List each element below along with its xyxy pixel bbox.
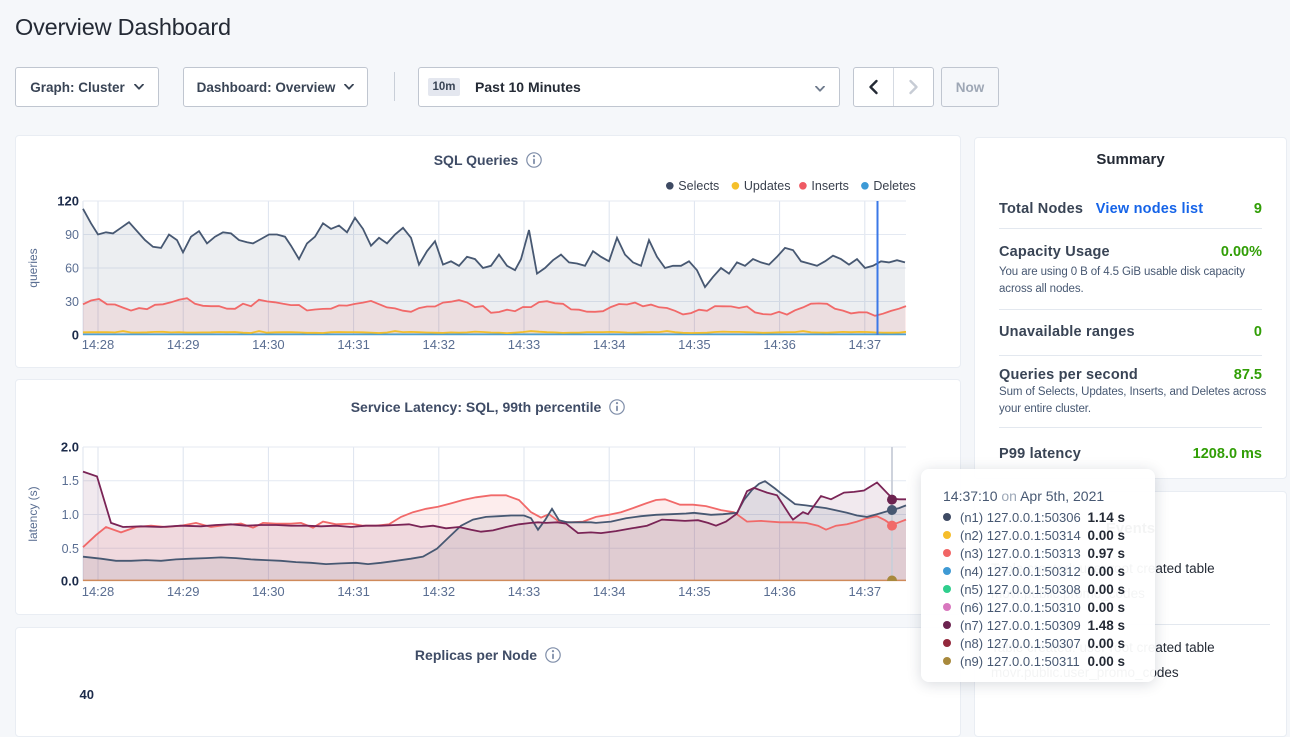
svg-text:0.5: 0.5 (62, 542, 79, 556)
svg-text:0.0: 0.0 (61, 574, 79, 589)
svg-text:Inserts: Inserts (811, 179, 849, 193)
svg-text:14:29: 14:29 (167, 584, 200, 599)
svg-text:14:31: 14:31 (337, 584, 370, 599)
svg-text:90: 90 (65, 228, 79, 242)
svg-text:0: 0 (72, 328, 79, 343)
svg-text:14:35: 14:35 (678, 337, 711, 352)
svg-text:14:31: 14:31 (337, 337, 370, 352)
svg-text:1.0: 1.0 (62, 508, 79, 522)
svg-text:120: 120 (57, 194, 79, 209)
svg-text:14:33: 14:33 (508, 337, 541, 352)
svg-text:Selects: Selects (678, 179, 719, 193)
svg-text:14:37: 14:37 (849, 584, 882, 599)
svg-text:queries: queries (26, 248, 40, 287)
svg-text:14:30: 14:30 (252, 584, 285, 599)
svg-text:14:30: 14:30 (252, 337, 285, 352)
svg-text:14:32: 14:32 (423, 584, 456, 599)
svg-text:Updates: Updates (744, 179, 791, 193)
svg-text:14:28: 14:28 (82, 337, 115, 352)
svg-text:14:28: 14:28 (82, 584, 115, 599)
svg-text:30: 30 (65, 295, 79, 309)
svg-text:Deletes: Deletes (873, 179, 915, 193)
svg-text:14:34: 14:34 (593, 584, 626, 599)
svg-text:14:33: 14:33 (508, 584, 541, 599)
svg-text:14:36: 14:36 (763, 584, 796, 599)
svg-text:14:34: 14:34 (593, 337, 626, 352)
svg-text:latency (s): latency (s) (26, 486, 40, 541)
svg-text:2.0: 2.0 (61, 440, 79, 455)
svg-text:14:29: 14:29 (167, 337, 200, 352)
svg-text:14:35: 14:35 (678, 584, 711, 599)
svg-text:14:37: 14:37 (849, 337, 882, 352)
svg-text:14:36: 14:36 (763, 337, 796, 352)
svg-text:60: 60 (65, 262, 79, 276)
svg-text:1.5: 1.5 (62, 474, 79, 488)
svg-text:14:32: 14:32 (423, 337, 456, 352)
